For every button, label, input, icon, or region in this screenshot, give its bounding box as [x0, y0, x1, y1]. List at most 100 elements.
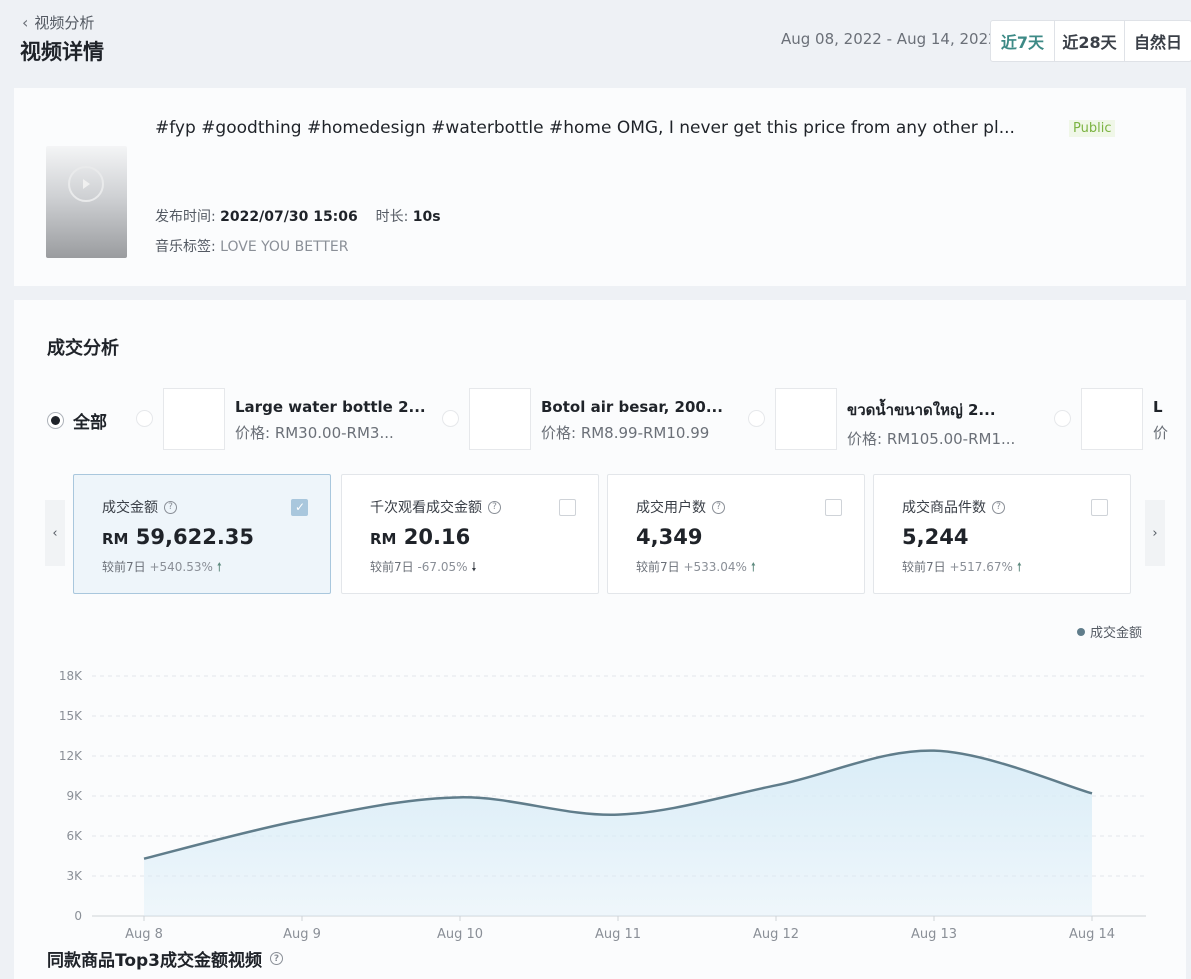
- product-radio[interactable]: [442, 410, 459, 427]
- music-name: LOVE YOU BETTER: [220, 239, 349, 255]
- arrow-up-icon: 🠕: [216, 560, 222, 574]
- currency: RM: [102, 530, 129, 548]
- y-tick-label: 15K: [59, 709, 83, 723]
- compare-percent: +517.67%: [949, 560, 1013, 574]
- metric-label-text: 成交金额: [102, 500, 158, 516]
- y-tick-label: 3K: [66, 869, 83, 883]
- product-name: ขวดน้ำขนาดใหญ่ 2...: [847, 401, 996, 419]
- y-tick-label: 12K: [59, 749, 83, 763]
- product-image: [163, 388, 225, 450]
- range-tabs: 近7天 近28天 自然日: [990, 20, 1191, 62]
- metric-value: RM 59,622.35: [102, 525, 254, 549]
- y-tick-label: 6K: [66, 829, 83, 843]
- tab-last-7-days[interactable]: 近7天: [991, 21, 1055, 61]
- duration-label: 时长:: [375, 209, 409, 225]
- metric-value: 5,244: [902, 525, 968, 549]
- video-thumbnail[interactable]: [46, 146, 127, 258]
- section-title: 成交分析: [47, 338, 119, 359]
- chart-legend[interactable]: 成交金额: [1077, 622, 1142, 641]
- y-tick-label: 0: [74, 909, 82, 923]
- music-meta: 音乐标签: LOVE YOU BETTER: [155, 236, 349, 256]
- product-radio[interactable]: [1054, 410, 1071, 427]
- back-link[interactable]: ‹ 视频分析: [22, 12, 94, 33]
- arrow-up-icon: 🠕: [1016, 560, 1022, 574]
- product-item[interactable]: Large water bottle 2... 价格: RM30.00-RM3.…: [136, 388, 426, 450]
- product-info: L 价: [1153, 388, 1168, 450]
- product-price: 价格: RM8.99-RM10.99: [541, 424, 710, 442]
- compare-percent: +533.04%: [683, 560, 747, 574]
- x-tick-label: Aug 11: [595, 927, 641, 942]
- product-info: Botol air besar, 200... 价格: RM8.99-RM10.…: [541, 388, 723, 450]
- top3-videos-title-text: 同款商品Top3成交金额视频: [47, 951, 263, 971]
- tab-last-28-days[interactable]: 近28天: [1055, 21, 1125, 61]
- compare-label: 较前7日: [636, 560, 680, 574]
- play-icon[interactable]: [68, 166, 104, 202]
- metric-checkbox[interactable]: [291, 499, 308, 516]
- product-name: Large water bottle 2...: [235, 398, 426, 416]
- arrow-up-icon: 🠕: [750, 560, 756, 574]
- music-label: 音乐标签:: [155, 239, 216, 255]
- radio-all[interactable]: [47, 412, 64, 429]
- metric-card-gmv[interactable]: 成交金额 ? RM 59,622.35 较前7日 +540.53% 🠕: [73, 474, 331, 594]
- y-tick-label: 18K: [59, 669, 83, 683]
- duration-value: 10s: [412, 209, 441, 225]
- help-icon[interactable]: ?: [992, 500, 1005, 514]
- metrics-prev-button[interactable]: ‹: [45, 500, 65, 566]
- product-info: Large water bottle 2... 价格: RM30.00-RM3.…: [235, 388, 426, 450]
- metric-label: 成交金额 ?: [102, 497, 177, 517]
- visibility-badge: Public: [1069, 120, 1116, 137]
- product-image: [775, 388, 837, 450]
- tab-natural-day[interactable]: 自然日: [1125, 21, 1191, 61]
- chevron-left-icon: ‹: [22, 13, 29, 32]
- metric-card-items-sold[interactable]: 成交商品件数 ? 5,244 较前7日 +517.67% 🠕: [873, 474, 1131, 594]
- filter-all[interactable]: 全部: [47, 408, 107, 433]
- top3-videos-title: 同款商品Top3成交金额视频 ?: [47, 946, 284, 971]
- y-tick-label: 9K: [66, 789, 83, 803]
- help-icon[interactable]: ?: [488, 500, 501, 514]
- product-radio[interactable]: [136, 410, 153, 427]
- help-icon[interactable]: ?: [270, 952, 284, 965]
- product-name: Botol air besar, 200...: [541, 398, 723, 416]
- metric-checkbox[interactable]: [825, 499, 842, 516]
- metric-checkbox[interactable]: [1091, 499, 1108, 516]
- metric-card-buyers[interactable]: 成交用户数 ? 4,349 较前7日 +533.04% 🠕: [607, 474, 865, 594]
- currency: RM: [370, 530, 397, 548]
- transaction-analysis-card: 成交分析 全部 Large water bottle 2... 价格: RM30…: [14, 300, 1186, 979]
- metric-value: 4,349: [636, 525, 702, 549]
- compare-percent: +540.53%: [149, 560, 213, 574]
- publish-label: 发布时间:: [155, 209, 216, 225]
- metric-card-gpm[interactable]: 千次观看成交金额 ? RM 20.16 较前7日 -67.05% 🠗: [341, 474, 599, 594]
- compare-label: 较前7日: [370, 560, 414, 574]
- metric-label: 千次观看成交金额 ?: [370, 497, 501, 517]
- metric-value: RM 20.16: [370, 525, 470, 549]
- product-info: ขวดน้ำขนาดใหญ่ 2... 价格: RM105.00-RM1...: [847, 388, 1015, 450]
- help-icon[interactable]: ?: [164, 500, 177, 514]
- metric-label: 成交用户数 ?: [636, 497, 725, 517]
- x-tick-label: Aug 12: [753, 927, 799, 942]
- metric-comparison: 较前7日 -67.05% 🠗: [370, 558, 477, 579]
- product-image: [469, 388, 531, 450]
- product-item[interactable]: ขวดน้ำขนาดใหญ่ 2... 价格: RM105.00-RM1...: [748, 388, 1015, 450]
- metric-checkbox[interactable]: [559, 499, 576, 516]
- metric-label-text: 成交用户数: [636, 500, 706, 516]
- legend-label: 成交金额: [1090, 626, 1143, 641]
- metric-number: 20.16: [403, 525, 471, 549]
- help-icon[interactable]: ?: [712, 500, 725, 514]
- product-item[interactable]: Botol air besar, 200... 价格: RM8.99-RM10.…: [442, 388, 723, 450]
- filter-all-label: 全部: [73, 413, 107, 433]
- product-item[interactable]: L 价: [1054, 388, 1172, 450]
- metric-label-text: 千次观看成交金额: [370, 500, 482, 516]
- x-tick-label: Aug 14: [1069, 927, 1115, 942]
- arrow-down-icon: 🠗: [471, 560, 477, 574]
- legend-dot-icon: [1077, 627, 1085, 636]
- product-price: 价: [1153, 424, 1169, 442]
- metrics-next-button[interactable]: ›: [1145, 500, 1165, 566]
- x-tick-label: Aug 9: [283, 927, 321, 942]
- gmv-area-chart: 0 3K 6K 9K 12K 15K 18K Aug 8 Aug 9 Aug 10 Aug 11 Au…: [59, 669, 1146, 942]
- series-area: [144, 750, 1092, 916]
- metric-number: 4,349: [636, 525, 703, 549]
- x-tick-label: Aug 13: [911, 927, 957, 942]
- metric-label: 成交商品件数 ?: [902, 497, 1005, 517]
- product-radio[interactable]: [748, 410, 765, 427]
- product-name: L: [1153, 398, 1163, 416]
